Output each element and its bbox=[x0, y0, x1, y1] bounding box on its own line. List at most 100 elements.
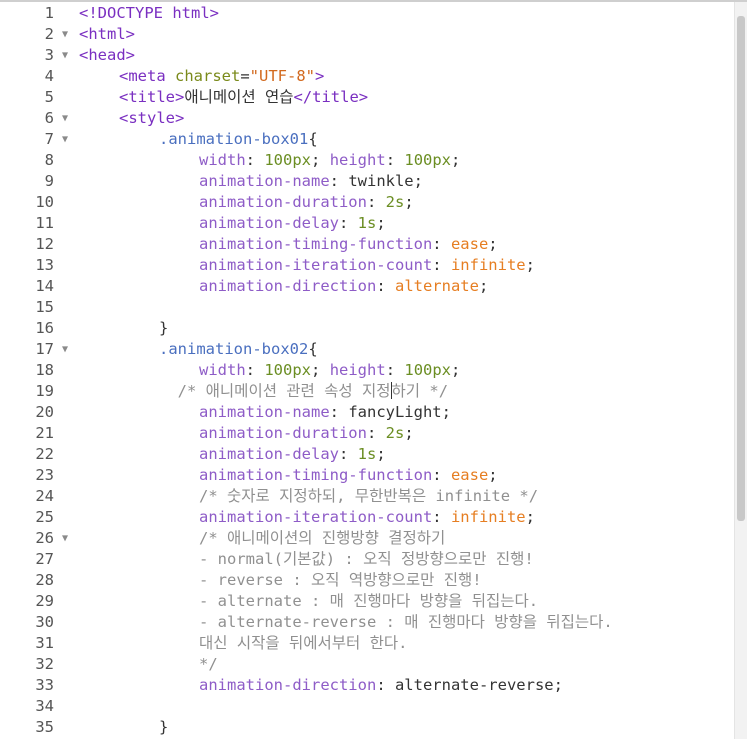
code-line[interactable]: 2 ▼ <html> bbox=[0, 24, 734, 45]
code-token-plain: : alternate-reverse; bbox=[376, 676, 563, 694]
code-line[interactable]: 28 - reverse : 오직 역방향으로만 진행! bbox=[0, 570, 734, 591]
code-token-plain: : bbox=[432, 256, 451, 274]
code-token-plain: : bbox=[376, 277, 395, 295]
line-number: 15 bbox=[35, 298, 54, 316]
code-line[interactable]: 11 animation-delay: 1s; bbox=[0, 213, 734, 234]
fold-arrow-icon[interactable]: ▼ bbox=[58, 339, 72, 360]
code-line[interactable]: 10 animation-duration: 2s; bbox=[0, 192, 734, 213]
code-line[interactable]: 16} bbox=[0, 318, 734, 339]
line-number: 1 bbox=[44, 4, 54, 22]
code-token-sel: .animation-box02 bbox=[159, 340, 309, 358]
code-token-plain: : bbox=[245, 151, 265, 169]
line-number: 35 bbox=[35, 718, 54, 736]
code-token-cm: - alternate-reverse : 매 진행마다 방향을 뒤집는다. bbox=[199, 613, 613, 631]
line-number: 5 bbox=[44, 88, 54, 106]
code-text: animation-duration: 2s; bbox=[199, 192, 414, 213]
code-token-plain: ; bbox=[311, 361, 330, 379]
code-token-plain: ; bbox=[376, 214, 386, 232]
code-text: 대신 시작을 뒤에서부터 한다. bbox=[199, 633, 407, 654]
code-token-tag: <meta bbox=[119, 67, 175, 85]
scrollbar-thumb[interactable] bbox=[737, 16, 745, 521]
code-token-plain: ; bbox=[488, 235, 498, 253]
code-token-plain: : bbox=[432, 466, 451, 484]
code-token-plain: : bbox=[338, 214, 358, 232]
code-line[interactable]: 14 animation-direction: alternate; bbox=[0, 276, 734, 297]
code-token-cm: - normal(기본값) : 오직 정방향으로만 진행! bbox=[199, 550, 534, 568]
code-text: width: 100px; height: 100px; bbox=[199, 150, 460, 171]
code-token-plain: ; bbox=[525, 256, 535, 274]
code-token-cm: /* 애니메이션 관련 속성 지정 bbox=[177, 382, 391, 400]
code-text: animation-name: twinkle; bbox=[199, 171, 423, 192]
code-line[interactable]: 20 animation-name: fancyLight; bbox=[0, 402, 734, 423]
code-token-num: 2s bbox=[385, 193, 405, 211]
code-text: animation-name: fancyLight; bbox=[199, 402, 451, 423]
code-line[interactable]: 24 /* 숫자로 지정하되, 무한반복은 infinite */ bbox=[0, 486, 734, 507]
code-line[interactable]: 35} bbox=[0, 717, 734, 738]
code-editor[interactable]: 1 <!DOCTYPE html> 2 ▼ <html> 3 ▼ <head> 4 <meta c… bbox=[0, 0, 747, 739]
code-line[interactable]: 17 ▼ .animation-box02{ bbox=[0, 339, 734, 360]
code-token-plain: } bbox=[159, 319, 169, 337]
code-line[interactable]: 31 대신 시작을 뒤에서부터 한다. bbox=[0, 633, 734, 654]
code-line[interactable]: 25 animation-iteration-count: infinite; bbox=[0, 507, 734, 528]
code-token-num: 100px bbox=[264, 151, 312, 169]
code-line[interactable]: 9 animation-name: twinkle; bbox=[0, 171, 734, 192]
code-line[interactable]: 13 animation-iteration-count: infinite; bbox=[0, 255, 734, 276]
line-number: 29 bbox=[35, 592, 54, 610]
code-line[interactable]: 34 bbox=[0, 696, 734, 717]
code-token-plain: ; bbox=[376, 445, 386, 463]
code-token-prop: animation-iteration-count bbox=[199, 256, 433, 274]
code-line[interactable]: 32 */ bbox=[0, 654, 734, 675]
line-number: 12 bbox=[35, 235, 54, 253]
code-token-plain: } bbox=[159, 718, 169, 736]
vertical-scrollbar[interactable] bbox=[734, 2, 747, 739]
code-line[interactable]: 29 - alternate : 매 진행마다 방향을 뒤집는다. bbox=[0, 591, 734, 612]
code-token-num: 100px bbox=[404, 151, 452, 169]
fold-arrow-icon[interactable]: ▼ bbox=[58, 45, 72, 66]
code-line[interactable]: 15 bbox=[0, 297, 734, 318]
code-line[interactable]: 23 animation-timing-function: ease; bbox=[0, 465, 734, 486]
line-number: 18 bbox=[35, 361, 54, 379]
code-token-num: 1s bbox=[357, 214, 377, 232]
code-line[interactable]: 27 - normal(기본값) : 오직 정방향으로만 진행! bbox=[0, 549, 734, 570]
code-line[interactable]: 6 ▼ <style> bbox=[0, 108, 734, 129]
code-token-plain: 애니메이션 연습 bbox=[184, 88, 294, 106]
code-line[interactable]: 22 animation-delay: 1s; bbox=[0, 444, 734, 465]
code-token-plain: ; bbox=[451, 361, 461, 379]
code-area[interactable]: 1 <!DOCTYPE html> 2 ▼ <html> 3 ▼ <head> 4 <meta c… bbox=[0, 3, 734, 738]
line-number: 26 bbox=[35, 529, 54, 547]
line-number: 20 bbox=[35, 403, 54, 421]
code-line[interactable]: 1 <!DOCTYPE html> bbox=[0, 3, 734, 24]
code-line[interactable]: 33 animation-direction: alternate-reverse… bbox=[0, 675, 734, 696]
code-line[interactable]: 3 ▼ <head> bbox=[0, 45, 734, 66]
code-token-plain: : bbox=[245, 361, 265, 379]
line-number: 11 bbox=[35, 214, 54, 232]
code-text: animation-delay: 1s; bbox=[199, 213, 386, 234]
code-token-kw: ease bbox=[450, 466, 489, 484]
code-line[interactable]: 4 <meta charset="UTF-8"> bbox=[0, 66, 734, 87]
line-number: 28 bbox=[35, 571, 54, 589]
line-number: 7 bbox=[44, 130, 54, 148]
code-line[interactable]: 5 <title>애니메이션 연습</title> bbox=[0, 87, 734, 108]
fold-arrow-icon[interactable]: ▼ bbox=[58, 108, 72, 129]
code-line[interactable]: 18 width: 100px; height: 100px; bbox=[0, 360, 734, 381]
fold-arrow-icon[interactable]: ▼ bbox=[58, 129, 72, 150]
code-line[interactable]: 26 ▼ /* 애니메이션의 진행방향 결정하기 bbox=[0, 528, 734, 549]
code-text: */ bbox=[199, 654, 218, 675]
code-line[interactable]: 8 width: 100px; height: 100px; bbox=[0, 150, 734, 171]
code-token-plain: ; bbox=[311, 151, 330, 169]
code-token-plain: = bbox=[240, 67, 250, 85]
code-token-prop: width bbox=[199, 361, 246, 379]
line-number: 22 bbox=[35, 445, 54, 463]
fold-arrow-icon[interactable]: ▼ bbox=[58, 528, 72, 549]
code-line[interactable]: 7 ▼ .animation-box01{ bbox=[0, 129, 734, 150]
line-number: 13 bbox=[35, 256, 54, 274]
fold-arrow-icon[interactable]: ▼ bbox=[58, 24, 72, 45]
line-number: 33 bbox=[35, 676, 54, 694]
code-line[interactable]: 21 animation-duration: 2s; bbox=[0, 423, 734, 444]
code-line[interactable]: 12 animation-timing-function: ease; bbox=[0, 234, 734, 255]
code-token-cm: 대신 시작을 뒤에서부터 한다. bbox=[199, 634, 408, 652]
code-token-prop: height bbox=[329, 361, 386, 379]
code-text: animation-delay: 1s; bbox=[199, 444, 386, 465]
code-line[interactable]: 19 /* 애니메이션 관련 속성 지정하기 */ bbox=[0, 381, 734, 402]
code-line[interactable]: 30 - alternate-reverse : 매 진행마다 방향을 뒤집는다. bbox=[0, 612, 734, 633]
